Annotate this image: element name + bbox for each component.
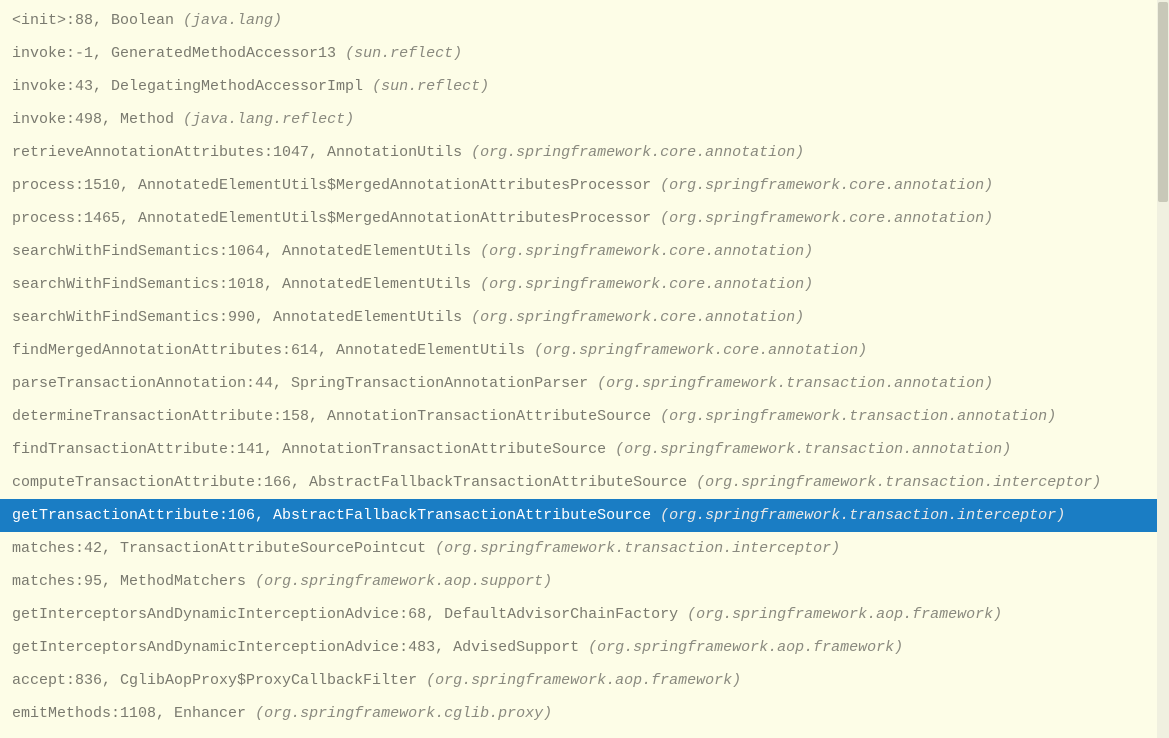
- stack-frame-package: (org.springframework.transaction.interce…: [435, 540, 840, 557]
- stack-frame[interactable]: invoke:43, DelegatingMethodAccessorImpl …: [0, 70, 1169, 103]
- stack-frame-package: (org.springframework.core.annotation): [660, 210, 993, 227]
- stack-frame[interactable]: matches:95, MethodMatchers (org.springfr…: [0, 565, 1169, 598]
- stack-frame-method: getInterceptorsAndDynamicInterceptionAdv…: [12, 639, 579, 656]
- stack-frame-package: (org.springframework.transaction.annotat…: [597, 375, 993, 392]
- stack-frame-package: (sun.reflect): [372, 78, 489, 95]
- stack-frame-package: (java.lang.reflect): [183, 111, 354, 128]
- stack-frame-method: process:1465, AnnotatedElementUtils$Merg…: [12, 210, 651, 227]
- stack-frame[interactable]: searchWithFindSemantics:990, AnnotatedEl…: [0, 301, 1169, 334]
- stack-frame[interactable]: <init>:88, Boolean (java.lang): [0, 4, 1169, 37]
- stack-frame-package: (org.springframework.core.annotation): [660, 177, 993, 194]
- stack-frame[interactable]: process:1510, AnnotatedElementUtils$Merg…: [0, 169, 1169, 202]
- stack-frame-method: accept:836, CglibAopProxy$ProxyCallbackF…: [12, 672, 417, 689]
- stack-frame-package: (org.springframework.cglib.proxy): [255, 705, 552, 722]
- stack-frame-method: getInterceptorsAndDynamicInterceptionAdv…: [12, 606, 678, 623]
- stack-frame[interactable]: matches:42, TransactionAttributeSourcePo…: [0, 532, 1169, 565]
- stack-frame-method: invoke:498, Method: [12, 111, 174, 128]
- stack-frame[interactable]: accept:836, CglibAopProxy$ProxyCallbackF…: [0, 664, 1169, 697]
- stack-frame-method: invoke:-1, GeneratedMethodAccessor13: [12, 45, 336, 62]
- stack-frame-method: process:1510, AnnotatedElementUtils$Merg…: [12, 177, 651, 194]
- stack-frame-method: <init>:88, Boolean: [12, 12, 174, 29]
- stack-frame-method: emitMethods:1108, Enhancer: [12, 705, 246, 722]
- stack-frame-method: determineTransactionAttribute:158, Annot…: [12, 408, 651, 425]
- stack-frame-package: (org.springframework.core.annotation): [471, 309, 804, 326]
- stack-frame[interactable]: invoke:-1, GeneratedMethodAccessor13 (su…: [0, 37, 1169, 70]
- stack-frame[interactable]: process:1465, AnnotatedElementUtils$Merg…: [0, 202, 1169, 235]
- stack-frame-package: (org.springframework.transaction.interce…: [696, 474, 1101, 491]
- stack-frame[interactable]: findMergedAnnotationAttributes:614, Anno…: [0, 334, 1169, 367]
- stack-frame-package: (org.springframework.core.annotation): [471, 144, 804, 161]
- stack-frame-method: searchWithFindSemantics:1018, AnnotatedE…: [12, 276, 471, 293]
- stack-frame[interactable]: generateClass:630, Enhancer (org.springf…: [0, 730, 1169, 738]
- stack-frame-package: (org.springframework.core.annotation): [534, 342, 867, 359]
- stack-trace-panel[interactable]: <init>:88, Boolean (java.lang)invoke:-1,…: [0, 0, 1169, 738]
- stack-frame-method: searchWithFindSemantics:990, AnnotatedEl…: [12, 309, 462, 326]
- stack-frame[interactable]: determineTransactionAttribute:158, Annot…: [0, 400, 1169, 433]
- stack-frame[interactable]: getInterceptorsAndDynamicInterceptionAdv…: [0, 598, 1169, 631]
- stack-frame-method: retrieveAnnotationAttributes:1047, Annot…: [12, 144, 462, 161]
- scrollbar-thumb[interactable]: [1158, 2, 1168, 202]
- stack-frame-method: matches:42, TransactionAttributeSourcePo…: [12, 540, 426, 557]
- stack-frame-package: (org.springframework.aop.framework): [426, 672, 741, 689]
- stack-frame-method: findTransactionAttribute:141, Annotation…: [12, 441, 606, 458]
- stack-frame-package: (org.springframework.aop.support): [255, 573, 552, 590]
- stack-frame-method: getTransactionAttribute:106, AbstractFal…: [12, 507, 651, 524]
- stack-frame[interactable]: emitMethods:1108, Enhancer (org.springfr…: [0, 697, 1169, 730]
- scrollbar-track[interactable]: [1157, 0, 1169, 738]
- stack-frame[interactable]: retrieveAnnotationAttributes:1047, Annot…: [0, 136, 1169, 169]
- stack-frame[interactable]: searchWithFindSemantics:1064, AnnotatedE…: [0, 235, 1169, 268]
- stack-frame-method: searchWithFindSemantics:1064, AnnotatedE…: [12, 243, 471, 260]
- stack-frame[interactable]: getTransactionAttribute:106, AbstractFal…: [0, 499, 1169, 532]
- stack-frame-package: (org.springframework.aop.framework): [687, 606, 1002, 623]
- stack-frame[interactable]: computeTransactionAttribute:166, Abstrac…: [0, 466, 1169, 499]
- stack-frame[interactable]: findTransactionAttribute:141, Annotation…: [0, 433, 1169, 466]
- stack-frame-package: (sun.reflect): [345, 45, 462, 62]
- stack-frame-package: (org.springframework.core.annotation): [480, 243, 813, 260]
- stack-frame-package: (org.springframework.transaction.annotat…: [615, 441, 1011, 458]
- stack-frame[interactable]: searchWithFindSemantics:1018, AnnotatedE…: [0, 268, 1169, 301]
- stack-frame-method: findMergedAnnotationAttributes:614, Anno…: [12, 342, 525, 359]
- stack-frame[interactable]: getInterceptorsAndDynamicInterceptionAdv…: [0, 631, 1169, 664]
- stack-frame[interactable]: invoke:498, Method (java.lang.reflect): [0, 103, 1169, 136]
- stack-frame-method: invoke:43, DelegatingMethodAccessorImpl: [12, 78, 363, 95]
- stack-frame-method: computeTransactionAttribute:166, Abstrac…: [12, 474, 687, 491]
- stack-frame-package: (org.springframework.transaction.interce…: [660, 507, 1065, 524]
- stack-frame-method: matches:95, MethodMatchers: [12, 573, 246, 590]
- stack-frame-package: (org.springframework.aop.framework): [588, 639, 903, 656]
- stack-frame-package: (org.springframework.core.annotation): [480, 276, 813, 293]
- stack-frame-package: (org.springframework.transaction.annotat…: [660, 408, 1056, 425]
- stack-frame[interactable]: parseTransactionAnnotation:44, SpringTra…: [0, 367, 1169, 400]
- stack-frame-method: parseTransactionAnnotation:44, SpringTra…: [12, 375, 588, 392]
- stack-frame-package: (java.lang): [183, 12, 282, 29]
